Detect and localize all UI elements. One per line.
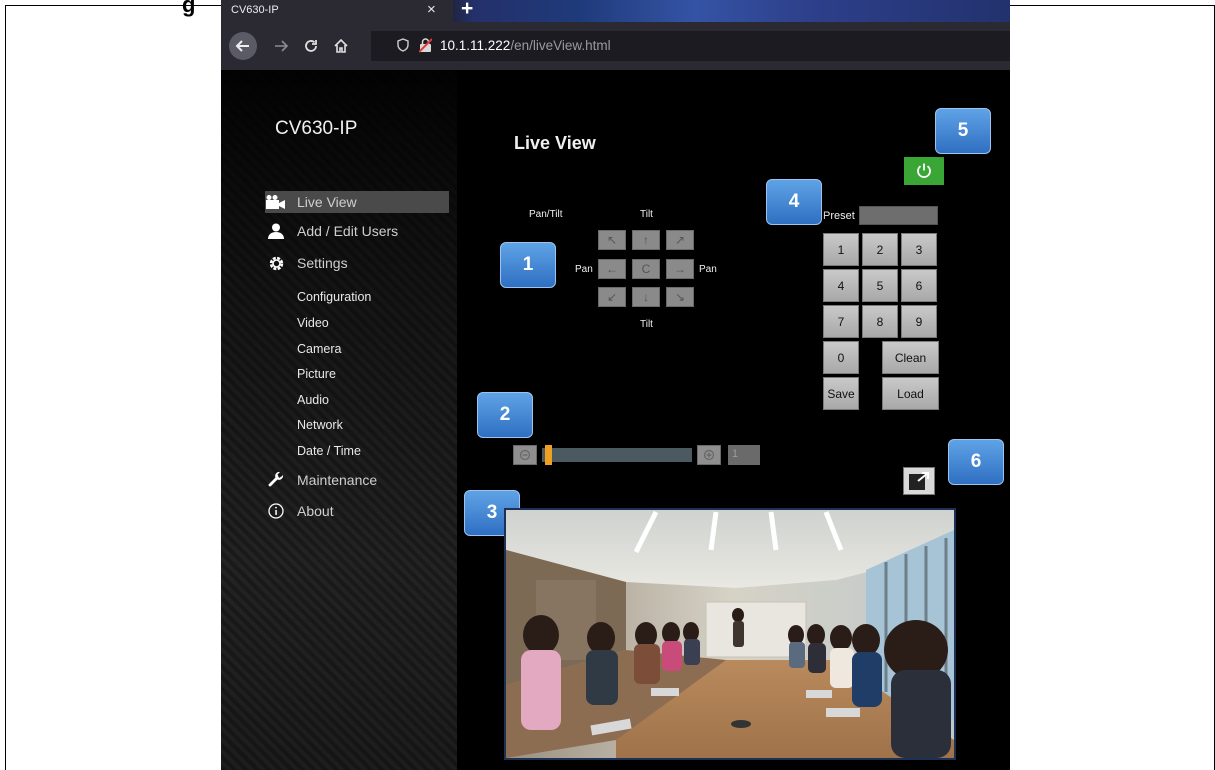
- preset-key-1[interactable]: 1: [823, 233, 859, 266]
- settings-sub-date-time[interactable]: Date / Time: [297, 444, 361, 458]
- zoom-slider-handle[interactable]: [545, 445, 552, 465]
- sidebar-item-label: Maintenance: [297, 472, 378, 488]
- ptz-up-left-button[interactable]: ↖: [598, 230, 626, 250]
- preset-key-9[interactable]: 9: [901, 305, 937, 338]
- tab-title: CV630-IP: [231, 4, 279, 16]
- ptz-center-button[interactable]: C: [632, 259, 660, 279]
- arrow-left-icon: [235, 40, 249, 52]
- tab-close-icon[interactable]: ×: [427, 1, 436, 18]
- tilt-bottom-label: Tilt: [640, 319, 653, 330]
- pan-right-label: Pan: [699, 264, 717, 275]
- preset-save-button[interactable]: Save: [823, 377, 859, 410]
- user-icon: [265, 222, 287, 240]
- ptz-left-button[interactable]: ←: [598, 259, 626, 279]
- browser-window: CV630-IP × + 10.1.11.222/en/liveView.htm…: [221, 0, 1010, 770]
- ptz-control-pad: ↖ ↑ ↗ ← C → ↙ ↓ ↘: [598, 230, 694, 308]
- tilt-top-label: Tilt: [640, 209, 653, 220]
- sidebar-item-add-edit-users[interactable]: Add / Edit Users: [265, 220, 398, 242]
- callout-6: 6: [948, 439, 1004, 485]
- preset-load-button[interactable]: Load: [882, 377, 939, 410]
- reload-button[interactable]: [297, 32, 325, 60]
- callout-5: 5: [935, 108, 991, 154]
- preset-key-7[interactable]: 7: [823, 305, 859, 338]
- preset-label: Preset: [823, 210, 855, 222]
- home-icon: [334, 38, 348, 53]
- ptz-right-button[interactable]: →: [666, 259, 694, 279]
- tab-bar: CV630-IP × +: [221, 0, 1010, 22]
- video-camera-icon: [265, 193, 287, 211]
- sidebar-item-settings[interactable]: Settings: [265, 252, 348, 274]
- settings-sub-video[interactable]: Video: [297, 316, 329, 330]
- settings-sub-camera[interactable]: Camera: [297, 342, 341, 356]
- conference-room-video-image: [506, 510, 954, 758]
- pan-tilt-label: Pan/Tilt: [529, 209, 563, 220]
- sidebar-item-label: Settings: [297, 255, 348, 271]
- zoom-in-button[interactable]: [697, 445, 721, 465]
- live-video-view[interactable]: [504, 508, 956, 760]
- pan-left-label: Pan: [575, 264, 593, 275]
- shield-icon: [397, 38, 409, 52]
- sidebar-item-label: Live View: [297, 194, 357, 210]
- ptz-down-right-button[interactable]: ↘: [666, 287, 694, 307]
- reload-icon: [305, 40, 317, 52]
- page-title: Live View: [514, 133, 596, 153]
- ptz-down-left-button[interactable]: ↙: [598, 287, 626, 307]
- preset-key-4[interactable]: 4: [823, 269, 859, 302]
- ptz-up-button[interactable]: ↑: [632, 230, 660, 250]
- preset-input[interactable]: [859, 206, 938, 225]
- navigation-bar: 10.1.11.222/en/liveView.html: [221, 22, 1010, 70]
- home-button[interactable]: [327, 32, 355, 60]
- zoom-slider-track[interactable]: [542, 448, 692, 462]
- app-title: CV630-IP: [275, 118, 358, 139]
- address-bar[interactable]: 10.1.11.222/en/liveView.html: [371, 31, 1010, 61]
- new-tab-button[interactable]: +: [461, 0, 473, 21]
- preset-key-6[interactable]: 6: [901, 269, 937, 302]
- gear-icon: [265, 254, 287, 272]
- zoom-out-button[interactable]: [513, 445, 537, 465]
- callout-1: 1: [500, 242, 556, 288]
- sidebar-item-about[interactable]: About: [265, 500, 334, 522]
- preset-key-0[interactable]: 0: [823, 341, 859, 374]
- sidebar-item-label: About: [297, 503, 334, 519]
- preset-key-5[interactable]: 5: [862, 269, 898, 302]
- insecure-lock-icon: [419, 38, 432, 53]
- preset-clean-button[interactable]: Clean: [882, 341, 939, 374]
- document-heading: g: [182, 0, 196, 17]
- url-text: 10.1.11.222/en/liveView.html: [440, 38, 611, 53]
- forward-button[interactable]: [267, 32, 295, 60]
- zoom-out-icon: [519, 449, 531, 461]
- back-button[interactable]: [229, 32, 257, 60]
- ptz-down-button[interactable]: ↓: [632, 287, 660, 307]
- wrench-icon: [265, 471, 287, 489]
- info-icon: [265, 502, 287, 520]
- settings-sub-audio[interactable]: Audio: [297, 393, 329, 407]
- callout-4: 4: [766, 179, 822, 225]
- preset-key-8[interactable]: 8: [862, 305, 898, 338]
- callout-2: 2: [477, 392, 533, 438]
- url-host: 10.1.11.222: [440, 38, 511, 53]
- sidebar-edge: [457, 70, 467, 770]
- fullscreen-button[interactable]: [903, 467, 935, 495]
- browser-tab[interactable]: CV630-IP ×: [221, 0, 453, 22]
- zoom-in-icon: [703, 449, 715, 461]
- power-button[interactable]: [904, 157, 944, 185]
- settings-sub-network[interactable]: Network: [297, 418, 343, 432]
- preset-key-2[interactable]: 2: [862, 233, 898, 266]
- url-path: /en/liveView.html: [510, 38, 611, 53]
- sidebar-item-label: Add / Edit Users: [297, 223, 399, 239]
- sidebar-item-live-view[interactable]: Live View: [265, 191, 449, 213]
- settings-sub-configuration[interactable]: Configuration: [297, 290, 371, 304]
- sidebar-item-maintenance[interactable]: Maintenance: [265, 469, 377, 491]
- settings-sub-picture[interactable]: Picture: [297, 367, 336, 381]
- ptz-up-right-button[interactable]: ↗: [666, 230, 694, 250]
- zoom-value-field[interactable]: 1: [728, 445, 760, 465]
- fullscreen-icon: [909, 472, 929, 490]
- preset-key-3[interactable]: 3: [901, 233, 937, 266]
- power-icon: [917, 163, 931, 178]
- arrow-right-icon: [275, 40, 289, 52]
